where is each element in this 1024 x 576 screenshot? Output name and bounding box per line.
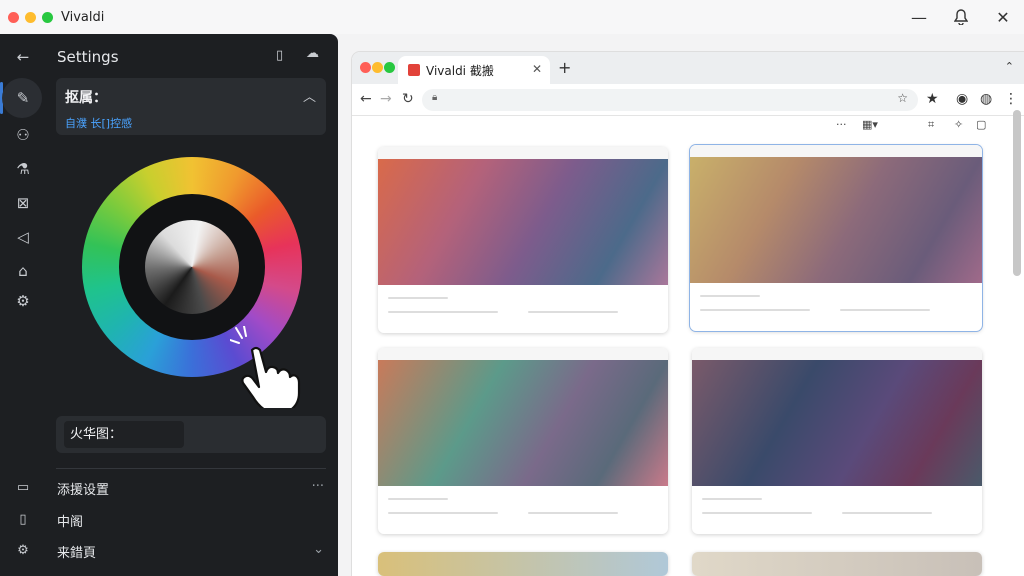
window-icon[interactable]: ▢ bbox=[976, 118, 986, 131]
thumbnail-line bbox=[388, 297, 448, 299]
close-traffic-light[interactable] bbox=[360, 62, 371, 73]
gear-icon[interactable]: ⚙ bbox=[12, 290, 34, 312]
puzzle-icon[interactable]: ✧ bbox=[954, 118, 963, 131]
flask-icon[interactable]: ⚗ bbox=[12, 158, 34, 180]
chevron-up-icon[interactable]: ︿ bbox=[303, 86, 316, 105]
thumbnail-line bbox=[700, 309, 810, 311]
thumbnail-title-bar bbox=[378, 147, 668, 159]
thumbnail-line bbox=[700, 295, 760, 297]
user-icon[interactable]: ⚇ bbox=[12, 124, 34, 146]
lock-icon: 🔒︎ bbox=[432, 92, 438, 103]
minimize-traffic-light[interactable] bbox=[25, 11, 36, 23]
chevron-down-icon[interactable]: ⌄ bbox=[313, 542, 324, 557]
color-wheel-core[interactable] bbox=[145, 220, 239, 314]
megaphone-icon[interactable]: ◁ bbox=[12, 226, 34, 248]
scrollbar-thumb[interactable] bbox=[1013, 110, 1021, 276]
os-title-bar: Vivaldi bbox=[0, 0, 1024, 34]
tab-strip: Vivaldi 截搬 ✕ + ⌃ bbox=[352, 52, 1024, 84]
tab-thumbnail[interactable] bbox=[690, 145, 982, 331]
avatar[interactable]: ◍ bbox=[980, 91, 992, 107]
back-arrow-icon[interactable]: ← bbox=[360, 91, 372, 107]
thumbnail-line bbox=[528, 311, 618, 313]
url-field[interactable]: 🔒︎ ☆ bbox=[422, 89, 918, 111]
grid-view-icon[interactable]: ▦▾ bbox=[862, 118, 878, 131]
thumbnail-preview bbox=[690, 157, 982, 283]
translate-icon[interactable]: ⌗ bbox=[928, 118, 934, 132]
list-item-label: 添援设置 bbox=[57, 483, 110, 498]
settings-list-item[interactable]: ▭ 添援设置 ··· bbox=[0, 473, 338, 503]
browser-preview-window: Vivaldi 截搬 ✕ + ⌃ ← → ↻ 🔒︎ ☆ ★ ◉ ◍ ⋮ ··· … bbox=[352, 52, 1024, 576]
address-bar-row: ← → ↻ 🔒︎ ☆ ★ ◉ ◍ ⋮ bbox=[352, 84, 1024, 116]
thumbnail-title-bar bbox=[692, 348, 982, 360]
thumbnail-preview bbox=[692, 552, 982, 576]
close-traffic-light[interactable] bbox=[8, 11, 19, 23]
thumbnail-line bbox=[702, 498, 762, 500]
window-title: Vivaldi bbox=[61, 9, 105, 25]
thumbnail-line bbox=[528, 512, 618, 514]
close-tab-icon[interactable]: ✕ bbox=[532, 62, 542, 76]
card-title: 抠属： bbox=[65, 90, 107, 106]
settings-title: Settings bbox=[57, 48, 119, 66]
hand-cursor-icon bbox=[230, 326, 301, 408]
settings-list-item[interactable]: ▯ 中阁 bbox=[0, 505, 338, 535]
divider bbox=[56, 468, 326, 469]
forward-arrow-icon[interactable]: → bbox=[380, 91, 392, 107]
reload-icon[interactable]: ↻ bbox=[402, 91, 414, 107]
extension-icon[interactable]: ◉ bbox=[956, 91, 968, 107]
chevron-up-icon[interactable]: ⌃ bbox=[1005, 60, 1014, 73]
more-menu-icon[interactable]: ⋮ bbox=[1004, 91, 1018, 107]
tab-thumbnail[interactable] bbox=[378, 348, 668, 534]
back-arrow-icon[interactable]: ← bbox=[12, 46, 34, 68]
thumbnail-line bbox=[840, 309, 930, 311]
clipboard-icon: ▯ bbox=[19, 512, 27, 527]
gear-icon: ⚙ bbox=[17, 543, 29, 558]
more-dots-icon[interactable]: ··· bbox=[836, 118, 847, 131]
cloud-sync-icon[interactable]: ☁ bbox=[306, 46, 319, 61]
minimize-traffic-light[interactable] bbox=[372, 62, 383, 73]
close-window-button[interactable]: ✕ bbox=[988, 6, 1018, 28]
color-input-row[interactable]: 火华图： bbox=[56, 416, 326, 453]
theme-card[interactable]: 抠属： 自濮 长[]控感 ︿ bbox=[56, 78, 326, 135]
thumbnail-title-bar bbox=[378, 348, 668, 360]
folder-icon: ▭ bbox=[16, 480, 30, 495]
tab-thumbnail[interactable] bbox=[692, 348, 982, 534]
star-icon[interactable]: ★ bbox=[926, 91, 939, 107]
tab-title: Vivaldi 截搬 bbox=[426, 63, 494, 78]
list-item-label: 中阁 bbox=[57, 515, 84, 530]
thumbnail-preview bbox=[692, 360, 982, 486]
list-item-label: 来錯頁 bbox=[57, 546, 97, 561]
color-input-label[interactable]: 火华图： bbox=[64, 421, 184, 448]
more-options-icon[interactable]: ··· bbox=[312, 479, 324, 494]
document-icon[interactable]: ▯ bbox=[276, 48, 283, 63]
bell-icon[interactable] bbox=[946, 6, 976, 28]
new-tab-button[interactable]: + bbox=[558, 58, 571, 77]
network-icon[interactable]: ⌂ bbox=[12, 260, 34, 282]
thumbnail-line bbox=[388, 311, 498, 313]
thumbnail-preview bbox=[378, 360, 668, 486]
thumbnail-preview bbox=[378, 552, 668, 576]
zoom-traffic-light[interactable] bbox=[384, 62, 395, 73]
thumbnail-preview bbox=[378, 159, 668, 285]
thumbnail-line bbox=[388, 498, 448, 500]
tab-thumbnail[interactable] bbox=[378, 552, 668, 576]
thumbnail-title-bar bbox=[690, 145, 982, 157]
browser-tab[interactable]: Vivaldi 截搬 ✕ bbox=[398, 56, 550, 84]
thumbnail-line bbox=[842, 512, 932, 514]
close-box-icon[interactable]: ⊠ bbox=[12, 192, 34, 214]
appearance-brush-icon[interactable]: ✎ bbox=[12, 87, 34, 109]
bookmark-star-icon[interactable]: ☆ bbox=[897, 91, 908, 105]
minimize-window-button[interactable]: — bbox=[904, 6, 934, 28]
tab-thumbnail[interactable] bbox=[692, 552, 982, 576]
card-link[interactable]: 自濮 长[]控感 bbox=[65, 115, 132, 131]
tab-thumbnail[interactable] bbox=[378, 147, 668, 333]
thumbnail-line bbox=[388, 512, 498, 514]
thumbnail-line bbox=[702, 512, 812, 514]
settings-panel: ← ✎ ⚇ ⚗ ⊠ ◁ ⌂ ⚙ Settings ▯ ☁ 抠属： 自濮 长[]控… bbox=[0, 34, 338, 576]
settings-list-item[interactable]: ⚙ 来錯頁 ⌄ bbox=[0, 536, 338, 566]
vivaldi-logo-icon bbox=[408, 64, 420, 76]
zoom-traffic-light[interactable] bbox=[42, 11, 53, 23]
